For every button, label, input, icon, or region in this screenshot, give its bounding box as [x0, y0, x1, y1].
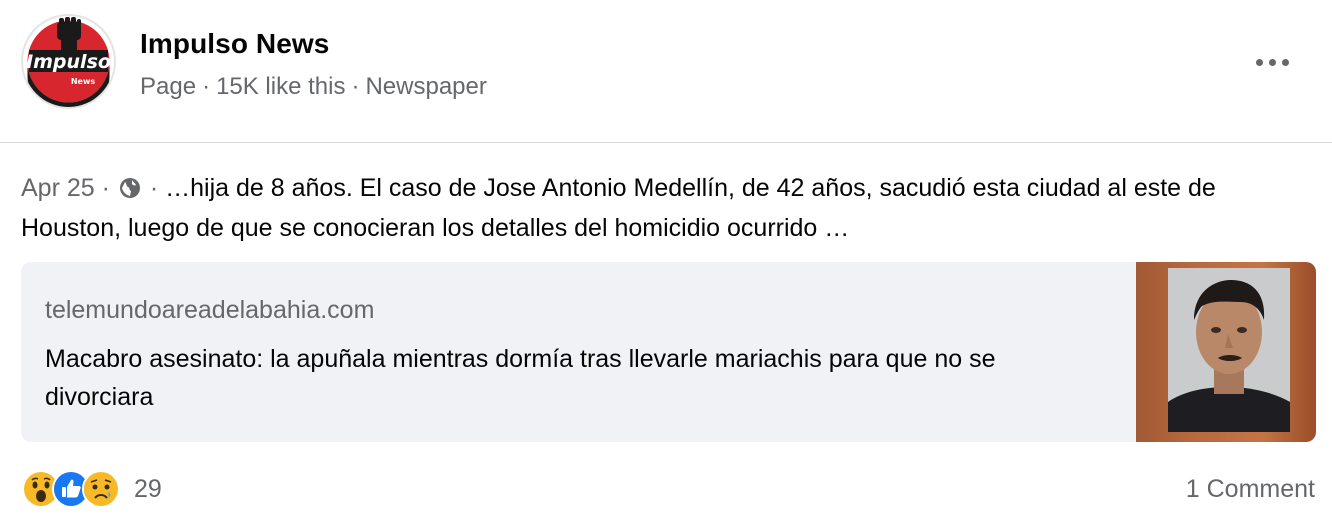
- impulso-logo: Impulso News: [26, 17, 111, 107]
- svg-text:News: News: [71, 77, 96, 86]
- link-preview-card[interactable]: telemundoareadelabahia.com Macabro asesi…: [21, 262, 1316, 442]
- meta-separator: ·: [202, 73, 211, 100]
- meta-separator: ·: [351, 73, 360, 100]
- more-options-button[interactable]: [1248, 48, 1296, 76]
- page-meta: Page · 15K like this · Newspaper: [140, 73, 487, 101]
- dot-icon: [1268, 58, 1276, 66]
- svg-text:Impulso: Impulso: [26, 51, 111, 73]
- page-likes: 15K like this: [216, 73, 346, 100]
- page-name[interactable]: Impulso News: [140, 28, 329, 60]
- reaction-count: 29: [134, 474, 162, 503]
- dot-icon: [1255, 58, 1263, 66]
- post-date[interactable]: Apr 25: [21, 174, 95, 202]
- post-body: Apr 25 · · …hija de 8 años. El caso de J…: [21, 170, 1316, 247]
- post-footer: 29 1 Comment: [0, 462, 1332, 522]
- privacy-separator: ·: [149, 174, 159, 202]
- post-text: …hija de 8 años. El caso de Jose Antonio…: [21, 174, 1216, 242]
- sad-reaction-icon: [82, 470, 120, 508]
- dot-icon: [1281, 58, 1289, 66]
- globe-icon: [119, 173, 141, 210]
- comments-count-link[interactable]: 1 Comment: [1186, 475, 1315, 504]
- mugshot-image: [1168, 268, 1290, 432]
- page-category: Newspaper: [365, 73, 487, 100]
- link-domain: telemundoareadelabahia.com: [45, 296, 375, 324]
- page-type: Page: [140, 73, 197, 100]
- post-header: Impulso News Impulso News Page · 15K like …: [0, 0, 1332, 143]
- link-thumbnail: [1136, 262, 1316, 442]
- page-avatar[interactable]: Impulso News: [21, 14, 116, 109]
- reactions-summary[interactable]: 29: [22, 469, 162, 509]
- date-separator: ·: [101, 174, 110, 202]
- link-title: Macabro asesinato: la apuñala mientras d…: [45, 345, 996, 411]
